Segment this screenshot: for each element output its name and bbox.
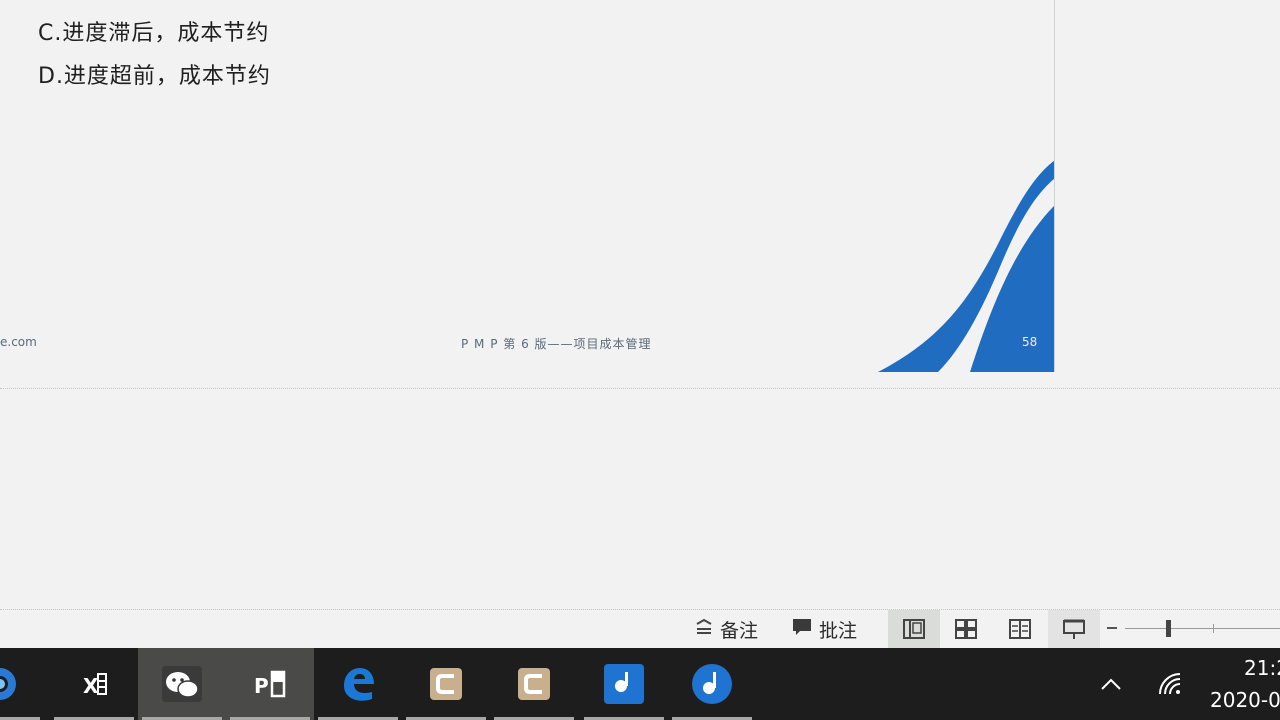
wechat-icon — [162, 666, 202, 702]
browser-icon — [0, 668, 16, 700]
slide-sorter-icon — [955, 619, 977, 639]
svg-text:P: P — [254, 674, 269, 698]
taskbar-app-c-button[interactable] — [402, 648, 490, 720]
normal-view-button[interactable] — [888, 610, 940, 648]
taskbar-edge-button[interactable] — [314, 648, 402, 720]
taskbar-app-c-button-2[interactable] — [490, 648, 578, 720]
comments-label: 批注 — [819, 619, 858, 642]
comment-icon — [791, 617, 813, 642]
zoom-slider-track[interactable] — [1125, 628, 1280, 629]
taskbar-browser-button[interactable] — [0, 648, 44, 720]
answer-option-c: C.进度滞后，成本节约 — [38, 21, 270, 46]
taskbar-excel-button[interactable]: X — [50, 648, 138, 720]
app-c-icon — [430, 668, 462, 700]
slide-bottom-divider — [0, 388, 1280, 389]
status-bar: 备注 批注 — [0, 610, 1280, 648]
notes-icon — [694, 618, 714, 641]
wifi-icon[interactable] — [1156, 670, 1184, 698]
answer-option-d: D.进度超前，成本节约 — [38, 64, 271, 89]
show-hidden-icons-chevron-icon[interactable] — [1098, 672, 1124, 698]
clock-time[interactable]: 21:2 — [1244, 656, 1280, 680]
windows-taskbar: X P 21:2 2020-0 — [0, 648, 1280, 720]
zoom-out-button[interactable] — [1107, 627, 1117, 629]
slide-border — [1054, 0, 1055, 372]
slide-sorter-view-button[interactable] — [940, 610, 992, 648]
comments-button[interactable]: 批注 — [791, 616, 857, 642]
slideshow-icon — [1063, 619, 1085, 639]
powerpoint-icon: P — [254, 670, 286, 698]
music-app-icon — [604, 664, 644, 704]
reading-view-button[interactable] — [994, 610, 1046, 648]
taskbar-music-app-button-2[interactable] — [668, 648, 756, 720]
taskbar-wechat-button[interactable] — [138, 648, 226, 720]
taskbar-music-app-button[interactable] — [580, 648, 668, 720]
zoom-slider-center-tick — [1213, 624, 1214, 633]
slideshow-view-button[interactable] — [1048, 610, 1100, 648]
app-c-icon — [518, 668, 550, 700]
clock-date[interactable]: 2020-0 — [1210, 688, 1280, 712]
zoom-slider-thumb[interactable] — [1166, 620, 1171, 637]
svg-text:X: X — [83, 674, 99, 698]
notes-button[interactable]: 备注 — [694, 616, 758, 642]
music-app-icon — [692, 664, 732, 704]
edge-icon — [344, 668, 374, 701]
excel-icon: X — [80, 670, 108, 698]
slide-canvas: C.进度滞后，成本节约 D.进度超前，成本节约 e.com P M P 第 6 … — [0, 0, 1054, 372]
notes-label: 备注 — [720, 619, 759, 642]
taskbar-powerpoint-button[interactable]: P — [226, 648, 314, 720]
slide-page-number: 58 — [1022, 335, 1038, 349]
footer-title: P M P 第 6 版——项目成本管理 — [461, 337, 652, 351]
reading-view-icon — [1009, 619, 1031, 639]
footer-url: e.com — [0, 335, 37, 349]
normal-view-icon — [903, 619, 925, 639]
